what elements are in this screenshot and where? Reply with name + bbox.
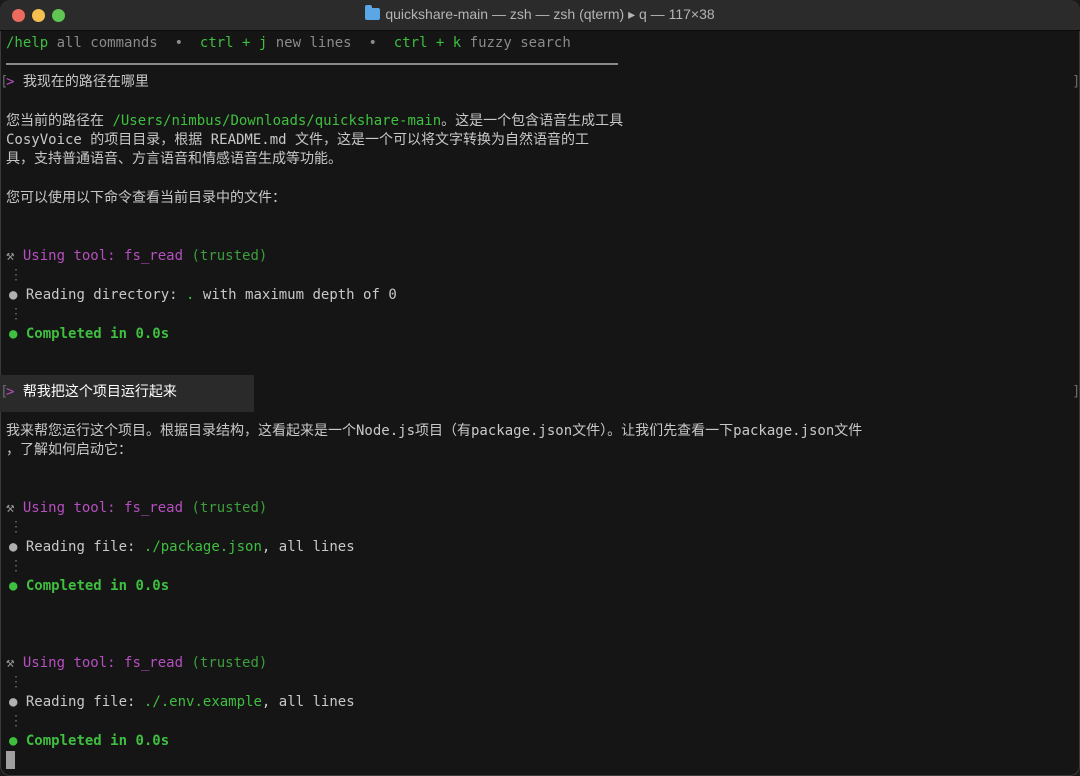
tool-2-reading: ● Reading file: ./package.json, all line… xyxy=(9,538,355,557)
tool-using-label: Using tool: fs_read xyxy=(22,655,184,671)
prompt-caret: > xyxy=(6,384,15,400)
ctrl-k-desc: fuzzy search xyxy=(461,35,571,51)
hammer-wrench-icon: ⚒ xyxy=(6,500,15,516)
vertical-dots-icon: ⋮ xyxy=(9,713,23,729)
status-dot-icon: ● xyxy=(9,287,18,303)
terminal-output[interactable]: /help all commands • ctrl + j new lines … xyxy=(0,31,1080,776)
answer-text: 您当前的路径在 xyxy=(6,113,113,129)
vertical-dots-icon: ⋮ xyxy=(9,267,23,283)
answer-1-line-4: 您可以使用以下命令查看当前目录中的文件： xyxy=(6,190,286,206)
prompt-caret: > xyxy=(6,74,15,90)
bracket-right: ] xyxy=(1072,384,1080,400)
vertical-dots-icon: ⋮ xyxy=(9,519,23,535)
hammer-wrench-icon: ⚒ xyxy=(6,248,15,264)
ctrl-j-shortcut: ctrl + j xyxy=(199,35,268,51)
tool-2-completed: ● Completed in 0.0s xyxy=(9,577,169,596)
ctrl-k-shortcut: ctrl + k xyxy=(393,35,462,51)
answer-2-line-2: ，了解如何启动它： xyxy=(6,442,132,458)
help-desc: all commands xyxy=(48,35,158,51)
tool-2-header: ⚒ Using tool: fs_read (trusted) xyxy=(6,499,267,518)
window-title-wrap: quickshare-main — zsh — zsh (qterm) ▸ q … xyxy=(0,5,1080,23)
status-dot-icon: ● xyxy=(9,694,18,710)
help-divider xyxy=(6,63,618,65)
help-command: /help xyxy=(6,35,49,51)
reading-rest: , all lines xyxy=(261,539,355,555)
tool-1-reading: ● Reading directory: . with maximum dept… xyxy=(9,286,397,305)
reading-target: ./.env.example xyxy=(143,694,262,710)
user-message-2: 帮我把这个项目运行起来 xyxy=(22,384,177,400)
help-sep-2: • xyxy=(351,35,394,51)
reading-label: Reading file: xyxy=(25,539,144,555)
tool-trusted-label: (trusted) xyxy=(183,248,268,264)
terminal-window: quickshare-main — zsh — zsh (qterm) ▸ q … xyxy=(0,0,1080,776)
tool-using-label: Using tool: fs_read xyxy=(22,248,184,264)
title-bar[interactable]: quickshare-main — zsh — zsh (qterm) ▸ q … xyxy=(0,0,1080,31)
status-dot-icon: ● xyxy=(9,539,18,555)
reading-label: Reading directory: xyxy=(25,287,187,303)
answer-1-line-3: 具，支持普通语音、方言语音和情感语音生成等功能。 xyxy=(6,151,342,167)
tool-1-header: ⚒ Using tool: fs_read (trusted) xyxy=(6,247,267,266)
hammer-wrench-icon: ⚒ xyxy=(6,655,15,671)
vertical-dots-icon: ⋮ xyxy=(9,674,23,690)
answer-text: 。这是一个包含语音生成工具 xyxy=(441,113,624,129)
reading-rest: with maximum depth of 0 xyxy=(194,287,397,303)
user-prompt-2: > 帮我把这个项目运行起来 xyxy=(6,383,177,402)
completed-label: Completed in 0.0s xyxy=(25,578,170,594)
answer-2-line-1: 我来帮您运行这个项目。根据目录结构，这看起来是一个Node.js项目（有pack… xyxy=(6,423,863,439)
reading-label: Reading file: xyxy=(25,694,144,710)
answer-1-line-2: CosyVoice 的项目目录，根据 README.md 文件，这是一个可以将文… xyxy=(6,132,590,148)
completed-label: Completed in 0.0s xyxy=(25,326,170,342)
tool-3-header: ⚒ Using tool: fs_read (trusted) xyxy=(6,654,267,673)
status-dot-icon: ● xyxy=(9,326,18,342)
window-title: quickshare-main — zsh — zsh (qterm) ▸ q … xyxy=(385,6,715,22)
completed-label: Completed in 0.0s xyxy=(25,733,170,749)
tool-3-reading: ● Reading file: ./.env.example, all line… xyxy=(9,693,355,712)
help-sep-1: • xyxy=(157,35,200,51)
status-dot-icon: ● xyxy=(9,578,18,594)
status-dot-icon: ● xyxy=(9,733,18,749)
help-bar: /help all commands • ctrl + j new lines … xyxy=(6,34,571,53)
tool-using-label: Using tool: fs_read xyxy=(22,500,184,516)
reading-target: ./package.json xyxy=(143,539,262,555)
folder-icon xyxy=(365,5,381,20)
reading-rest: , all lines xyxy=(261,694,355,710)
tool-trusted-label: (trusted) xyxy=(183,655,268,671)
path-link: /Users/nimbus/Downloads/quickshare-main xyxy=(112,113,442,129)
bracket-right: ] xyxy=(1072,74,1080,90)
block-cursor[interactable] xyxy=(6,751,15,769)
tool-1-completed: ● Completed in 0.0s xyxy=(9,325,169,344)
tool-3-completed: ● Completed in 0.0s xyxy=(9,732,169,751)
user-prompt-1: > 我现在的路径在哪里 xyxy=(6,73,149,92)
ctrl-j-desc: new lines xyxy=(267,35,352,51)
vertical-dots-icon: ⋮ xyxy=(9,558,23,574)
tool-trusted-label: (trusted) xyxy=(183,500,268,516)
vertical-dots-icon: ⋮ xyxy=(9,306,23,322)
answer-1-line-1: 您当前的路径在 /Users/nimbus/Downloads/quicksha… xyxy=(6,112,623,131)
user-message-1: 我现在的路径在哪里 xyxy=(22,74,149,90)
